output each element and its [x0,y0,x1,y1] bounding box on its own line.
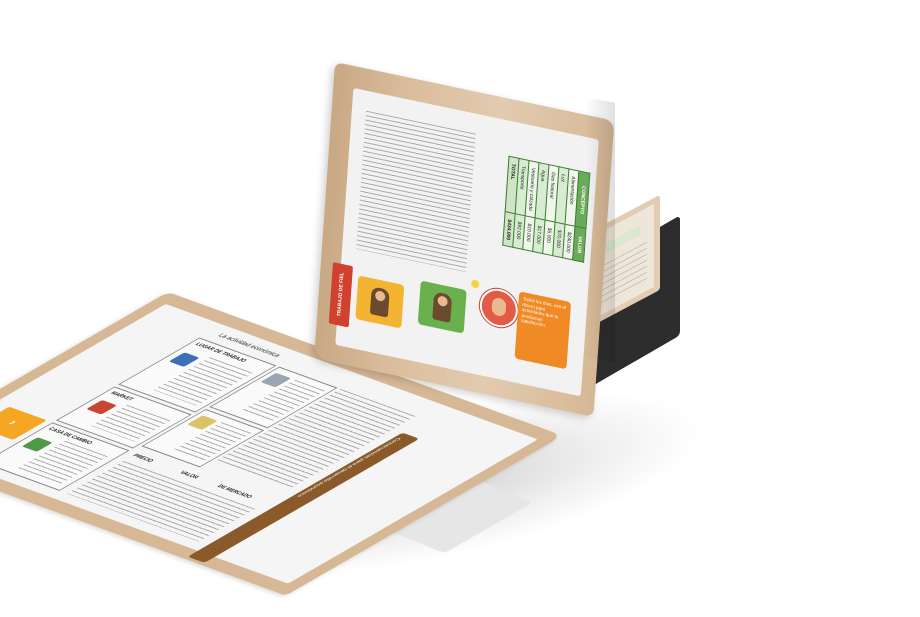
page-curl-shadow [585,97,615,363]
person-icon [369,286,390,318]
orange-note: Todos los días, usa el dinero para activ… [514,291,572,370]
orange-note-text: Todos los días, usa el dinero para activ… [521,296,567,328]
body-text-bottom [66,460,256,542]
lightbulb-icon [470,279,480,289]
upper-page[interactable]: TRABAJO DE FIEL Todos los días, usa el d… [314,62,615,418]
cost-table: CONCEPTO VALOR Alimentación $240.000 Luz… [502,156,590,263]
avatar-icon [478,285,520,331]
booklet-scene: La actividad económica 3 LUGAR DE TRABAJ… [0,0,920,617]
body-text-left [356,110,476,273]
label-valor: VALOR [177,470,201,481]
family-icon [432,291,453,323]
portrait-card-1 [355,275,405,329]
table-header: VALOR [572,226,586,263]
section-tag: TRABAJO DE FIEL [328,262,353,328]
section-tag-text: TRABAJO DE FIEL [336,272,346,318]
portrait-card-2 [417,280,467,334]
section-badge-number: 3 [6,420,17,426]
box-label: MARKET [108,390,135,403]
label-precio: PRECIO [130,453,156,464]
upper-page-content: TRABAJO DE FIEL Todos los días, usa el d… [328,87,599,397]
